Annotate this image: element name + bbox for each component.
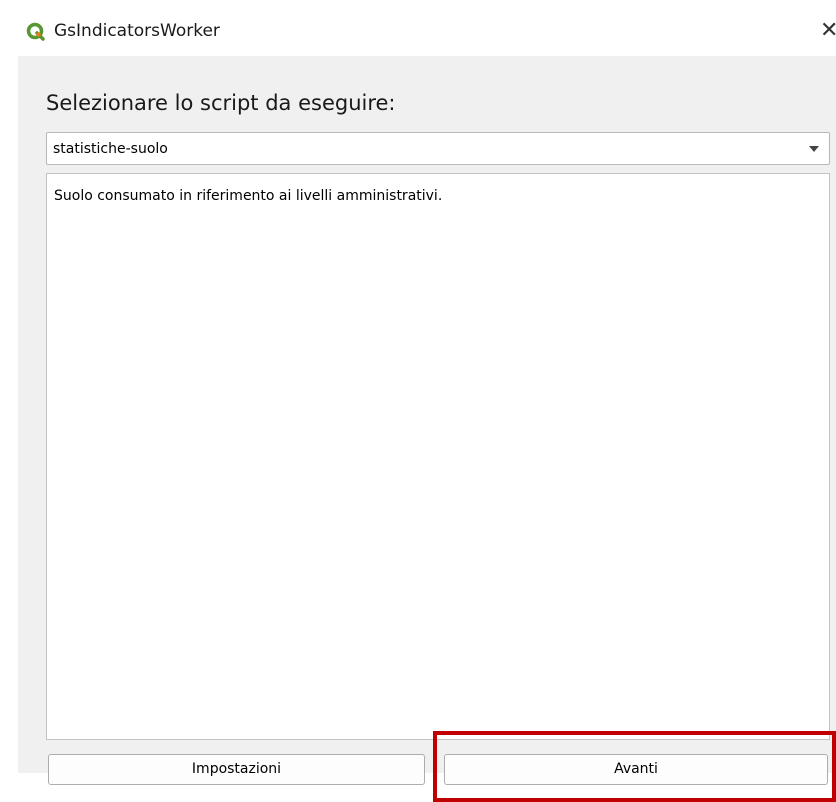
chevron-down-icon[interactable] bbox=[809, 146, 819, 152]
next-button[interactable]: Avanti bbox=[444, 754, 828, 785]
settings-button[interactable]: Impostazioni bbox=[48, 754, 425, 785]
window-title: GsIndicatorsWorker bbox=[54, 21, 220, 41]
qgis-logo-icon bbox=[26, 22, 46, 42]
script-select-value: statistiche-suolo bbox=[53, 141, 168, 157]
title-bar: GsIndicatorsWorker ✕ bbox=[18, 8, 836, 56]
close-icon[interactable]: ✕ bbox=[820, 18, 836, 44]
script-description-text: Suolo consumato in riferimento ai livell… bbox=[54, 188, 443, 204]
page-title: Selezionare lo script da eseguire: bbox=[46, 91, 396, 115]
dialog-window: GsIndicatorsWorker ✕ Selezionare lo scri… bbox=[18, 8, 836, 785]
script-select[interactable]: statistiche-suolo bbox=[46, 132, 830, 165]
script-description: Suolo consumato in riferimento ai livell… bbox=[46, 173, 830, 740]
